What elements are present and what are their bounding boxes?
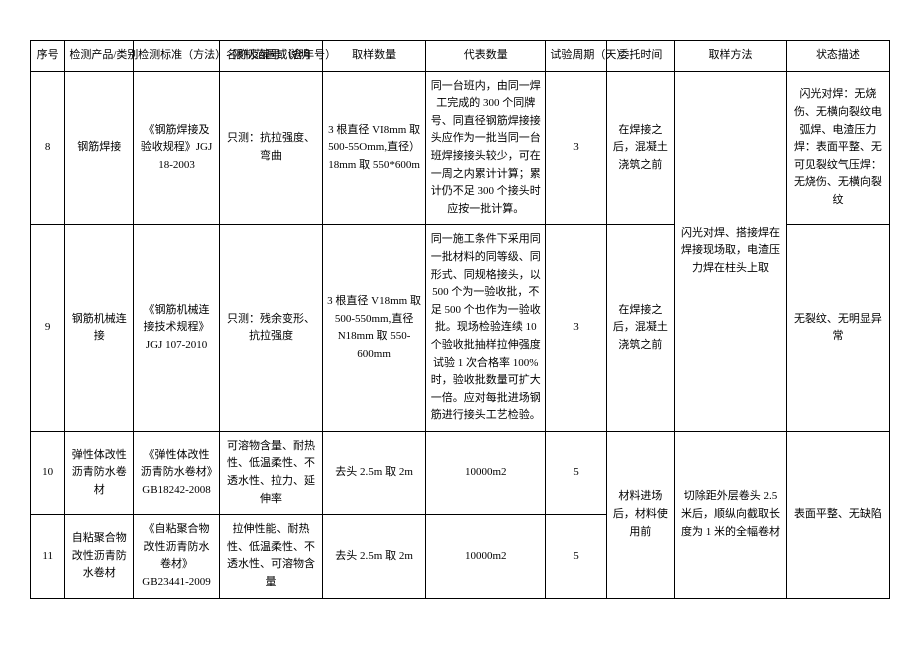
- cell-seq: 11: [31, 515, 65, 598]
- cell-method: 闪光对焊、搭接焊在焊接现场取，电渣压力焊在柱头上取: [675, 71, 787, 431]
- header-seq: 序号: [31, 41, 65, 72]
- cell-period: 5: [546, 431, 606, 514]
- cell-method: 切除距外层卷头 2.5 米后，顺纵向截取长度为 1 米的全幅卷材: [675, 431, 787, 598]
- inspection-table: 序号 检测产品/类别 检测标准（方法）名称及编号（含年号） 限制范围或说明 取样…: [30, 40, 890, 599]
- header-limit: 限制范围或说明: [219, 41, 322, 72]
- cell-limit: 只测：抗拉强度、弯曲: [219, 71, 322, 225]
- cell-limit: 拉伸性能、耐热性、低温柔性、不透水性、可溶物含量: [219, 515, 322, 598]
- cell-seq: 8: [31, 71, 65, 225]
- table-row: 10 弹性体改性沥青防水卷材 《弹性体改性沥青防水卷材》GB18242-2008…: [31, 431, 890, 514]
- header-represent: 代表数量: [426, 41, 546, 72]
- cell-seq: 9: [31, 225, 65, 432]
- header-status: 状态描述: [786, 41, 889, 72]
- cell-sample-qty: 3 根直径 V18mm 取 500-550mm,直径 N18mm 取 550-6…: [323, 225, 426, 432]
- cell-product: 弹性体改性沥青防水卷材: [65, 431, 134, 514]
- header-sample-qty: 取样数量: [323, 41, 426, 72]
- cell-product: 自粘聚合物改性沥青防水卷材: [65, 515, 134, 598]
- cell-represent: 10000m2: [426, 515, 546, 598]
- cell-product: 钢筋机械连接: [65, 225, 134, 432]
- cell-trust: 材料进场后，材料使用前: [606, 431, 675, 598]
- cell-standard: 《钢筋焊接及验收规程》JGJ 18-2003: [134, 71, 220, 225]
- cell-sample-qty: 去头 2.5m 取 2m: [323, 431, 426, 514]
- cell-sample-qty: 3 根直径 VI8mm 取 500-55Omm,直径）18mm 取 550*60…: [323, 71, 426, 225]
- cell-status: 无裂纹、无明显异常: [786, 225, 889, 432]
- cell-sample-qty: 去头 2.5m 取 2m: [323, 515, 426, 598]
- header-product: 检测产品/类别: [65, 41, 134, 72]
- cell-period: 5: [546, 515, 606, 598]
- header-period: 试验周期（天）: [546, 41, 606, 72]
- cell-period: 3: [546, 225, 606, 432]
- cell-represent: 同一台班内，由同一焊工完成的 300 个同牌号、同直径钢筋焊接接头应作为一批当同…: [426, 71, 546, 225]
- header-method: 取样方法: [675, 41, 787, 72]
- cell-represent: 同一施工条件下采用同一批材料的同等级、同形式、同规格接头，以 500 个为一验收…: [426, 225, 546, 432]
- cell-standard: 《钢筋机械连接技术规程》JGJ 107-2010: [134, 225, 220, 432]
- cell-limit: 可溶物含量、耐热性、低温柔性、不透水性、拉力、延伸率: [219, 431, 322, 514]
- cell-trust: 在焊接之后，混凝土浇筑之前: [606, 71, 675, 225]
- cell-status: 表面平整、无缺陷: [786, 431, 889, 598]
- cell-trust: 在焊接之后，混凝土浇筑之前: [606, 225, 675, 432]
- cell-standard: 《自粘聚合物改性沥青防水卷材》GB23441-2009: [134, 515, 220, 598]
- cell-product: 钢筋焊接: [65, 71, 134, 225]
- cell-limit: 只测：残余变形、抗拉强度: [219, 225, 322, 432]
- cell-standard: 《弹性体改性沥青防水卷材》GB18242-2008: [134, 431, 220, 514]
- cell-period: 3: [546, 71, 606, 225]
- cell-status: 闪光对焊：无烧伤、无横向裂纹电弧焊、电渣压力焊：表面平整、无可见裂纹气压焊：无烧…: [786, 71, 889, 225]
- cell-represent: 10000m2: [426, 431, 546, 514]
- cell-seq: 10: [31, 431, 65, 514]
- table-header-row: 序号 检测产品/类别 检测标准（方法）名称及编号（含年号） 限制范围或说明 取样…: [31, 41, 890, 72]
- header-standard: 检测标准（方法）名称及编号（含年号）: [134, 41, 220, 72]
- table-row: 8 钢筋焊接 《钢筋焊接及验收规程》JGJ 18-2003 只测：抗拉强度、弯曲…: [31, 71, 890, 225]
